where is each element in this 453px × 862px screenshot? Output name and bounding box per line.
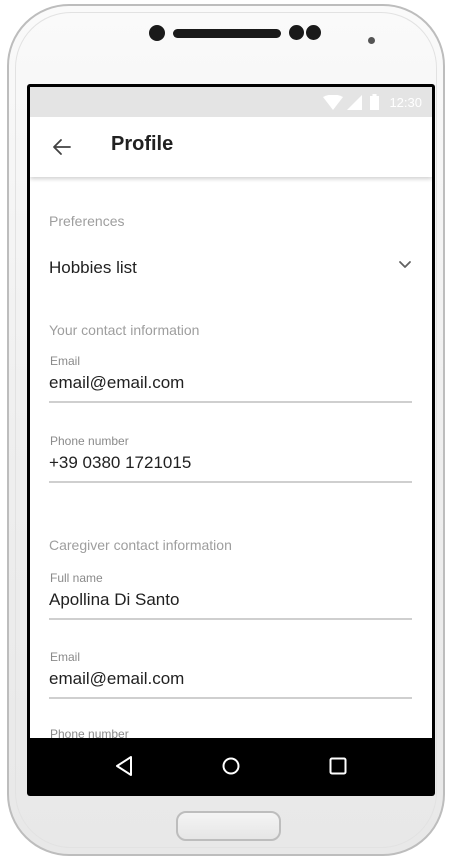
caregiver-phone-field: Phone number [49, 727, 412, 738]
caregiver-email-input[interactable] [49, 669, 412, 689]
system-nav-bar [30, 738, 432, 793]
earpiece-speaker [173, 29, 281, 38]
phone-screen: 12:30 Profile Preferences Hobbies list Y… [27, 84, 435, 796]
back-button[interactable] [48, 133, 76, 161]
hardware-home-button[interactable] [176, 811, 281, 841]
contact-email-label: Email [50, 354, 81, 368]
recents-square-icon [329, 757, 347, 775]
preferences-section-label: Preferences [49, 213, 125, 229]
nav-recents-button[interactable] [324, 752, 352, 780]
contact-section-label: Your contact information [49, 322, 200, 338]
sensor-dot-icon [306, 25, 321, 40]
app-content-area: Profile Preferences Hobbies list Your co… [30, 117, 432, 738]
contact-phone-input[interactable] [49, 453, 412, 473]
contact-phone-label: Phone number [50, 434, 129, 448]
caregiver-email-underline [49, 697, 412, 699]
wifi-icon [323, 94, 344, 110]
caregiver-name-input[interactable] [49, 590, 412, 610]
caregiver-name-field: Full name [49, 571, 412, 623]
home-circle-icon [222, 757, 240, 775]
hobbies-dropdown[interactable]: Hobbies list [49, 254, 412, 282]
front-camera-icon [149, 25, 165, 41]
contact-email-input[interactable] [49, 373, 412, 393]
nav-home-button[interactable] [217, 752, 245, 780]
nav-back-button[interactable] [110, 752, 138, 780]
app-bar: Profile [30, 117, 432, 177]
contact-email-field: Email [49, 354, 412, 406]
arrow-left-icon [53, 139, 71, 155]
chevron-down-icon [399, 261, 411, 268]
proximity-sensor-icon [368, 37, 375, 44]
caregiver-section-label: Caregiver contact information [49, 537, 232, 553]
page-title: Profile [111, 133, 174, 155]
battery-icon [370, 94, 380, 110]
contact-phone-underline [49, 481, 412, 483]
status-bar: 12:30 [30, 87, 432, 117]
caregiver-email-label: Email [50, 650, 81, 664]
contact-email-underline [49, 401, 412, 403]
back-triangle-icon [116, 756, 132, 776]
hobbies-dropdown-value: Hobbies list [49, 258, 137, 277]
sensor-dot-icon [289, 25, 304, 40]
contact-phone-field: Phone number [49, 434, 412, 486]
caregiver-name-label: Full name [50, 571, 103, 585]
caregiver-phone-label: Phone number [50, 727, 129, 738]
caregiver-email-field: Email [49, 650, 412, 702]
signal-icon [347, 94, 363, 110]
status-time: 12:30 [389, 94, 422, 110]
caregiver-name-underline [49, 618, 412, 620]
